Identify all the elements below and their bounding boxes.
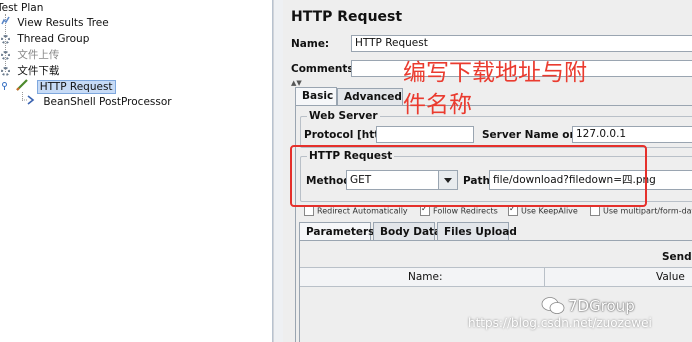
checkbox-label: Use multipart/form-dat: [603, 206, 692, 216]
expand-toggle-icon[interactable]: [1, 80, 8, 95]
checkbox-checked-icon: [508, 204, 518, 216]
use-keepalive-checkbox[interactable]: Use KeepAlive: [508, 204, 578, 216]
server-name-field[interactable]: 127.0.0.1: [572, 126, 692, 143]
tree-item-label: HTTP Request: [36, 80, 116, 94]
tree-item-label: 文件上传: [17, 49, 60, 61]
protocol-field[interactable]: [376, 126, 474, 143]
comments-label: Comments:: [291, 63, 358, 75]
follow-redirects-checkbox[interactable]: Follow Redirects: [420, 204, 498, 216]
web-server-title: Web Server: [307, 110, 380, 122]
tree-item-view-results-tree[interactable]: View Results Tree: [1, 16, 109, 31]
tree-item-file-download[interactable]: 文件下载: [1, 64, 59, 79]
gear-icon: [1, 67, 10, 76]
tree-item-label: View Results Tree: [17, 17, 109, 29]
tab-parameters[interactable]: Parameters: [299, 222, 374, 240]
send-parameters-label: Send I: [662, 251, 692, 263]
tab-files-upload[interactable]: Files Upload: [437, 222, 517, 240]
jmeter-window: Test Plan View Results Tree Thread Group…: [0, 0, 692, 342]
parameters-table-header: Name: Value: [300, 267, 692, 287]
redirect-automatically-checkbox[interactable]: Redirect Automatically: [304, 206, 408, 216]
tree-item-thread-group[interactable]: Thread Group: [1, 32, 89, 47]
annotation-line-2: 件名称: [403, 92, 472, 118]
tab-basic[interactable]: Basic: [295, 87, 337, 106]
checkbox-icon: [304, 206, 314, 216]
tree-item-label: BeanShell PostProcessor: [43, 96, 172, 108]
checkbox-label: Use KeepAlive: [521, 206, 578, 216]
listener-icon: [1, 16, 10, 31]
tab-advanced[interactable]: Advanced: [337, 88, 403, 105]
use-multipart-checkbox[interactable]: Use multipart/form-dat: [590, 206, 692, 216]
column-header-value[interactable]: Value: [656, 271, 685, 283]
checkbox-label: Redirect Automatically: [317, 206, 408, 216]
watermark-url: https://blog.csdn.net/zuozewei: [468, 316, 652, 330]
tree-item-beanshell-postprocessor[interactable]: BeanShell PostProcessor: [22, 95, 172, 110]
checkbox-label: Follow Redirects: [433, 206, 498, 216]
column-divider[interactable]: [544, 268, 545, 286]
tree-item-label: Test Plan: [0, 2, 44, 14]
web-server-group: Web Server Protocol [http]: Server Name …: [300, 110, 692, 148]
name-label: Name:: [291, 38, 330, 50]
annotation-line-1: 编写下载地址与附: [403, 60, 587, 86]
tab-body-data[interactable]: Body Data: [373, 222, 441, 240]
gear-icon: [1, 51, 10, 60]
tree-item-file-upload[interactable]: 文件上传: [1, 48, 59, 63]
name-field[interactable]: HTTP Request: [351, 35, 692, 52]
gear-icon: [1, 35, 10, 44]
checkbox-icon: [590, 206, 600, 216]
checkbox-checked-icon: [420, 204, 430, 216]
highlight-box: [290, 145, 647, 207]
tree-item-http-request[interactable]: HTTP Request: [1, 79, 116, 94]
page-title: HTTP Request: [291, 9, 403, 25]
column-header-name[interactable]: Name:: [408, 271, 443, 283]
test-plan-tree: Test Plan View Results Tree Thread Group…: [0, 0, 273, 342]
tree-item-label: 文件下载: [17, 65, 60, 77]
tree-item-label: Thread Group: [17, 33, 90, 45]
tree-item-test-plan[interactable]: Test Plan: [0, 1, 43, 16]
watermark-brand: 7DGroup: [568, 297, 635, 315]
collapse-arrows-icon[interactable]: ▲▼: [291, 79, 302, 87]
arrow-right-icon: [22, 95, 36, 110]
pen-icon: [15, 79, 29, 96]
